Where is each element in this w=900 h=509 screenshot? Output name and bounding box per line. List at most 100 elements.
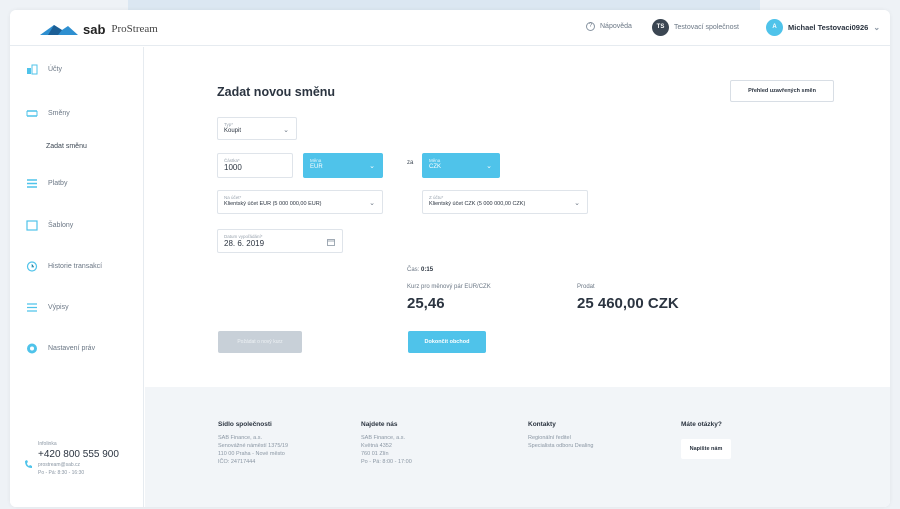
footer-line: Senovážné náměstí 1375/19 xyxy=(218,443,289,449)
user-menu[interactable]: A Michael Testovaci0926 ⌄ xyxy=(766,19,880,36)
footer-link[interactable]: Specialista odboru Dealing xyxy=(528,442,593,450)
help-icon: ? xyxy=(586,22,595,31)
footer-link[interactable]: Regionální ředitel xyxy=(528,434,593,442)
help-link[interactable]: ? Nápověda xyxy=(586,22,632,31)
rate-label: Kurz pro měnový pár EUR/CZK xyxy=(407,284,491,290)
sidebar: Účty Směny Zadat směnu Platby Šablony Hi… xyxy=(10,47,144,507)
chevron-down-icon: ⌄ xyxy=(574,200,580,207)
type-value: Koupit xyxy=(224,128,242,134)
account-to-value: Klientský účet CZK (5 000 000,00 CZK) xyxy=(429,201,526,207)
sidebar-subitem-new-exchange[interactable]: Zadat směnu xyxy=(46,143,87,150)
type-select[interactable]: Typ* Koupit ⌄ xyxy=(217,117,297,140)
sell-label: Prodat xyxy=(577,284,595,290)
sidebar-item-label: Historie transakcí xyxy=(48,262,103,270)
za-label: za xyxy=(407,160,414,166)
currency-from-select[interactable]: Měna EUR ⌄ xyxy=(303,153,383,178)
complete-trade-button[interactable]: Dokončit obchod xyxy=(408,331,486,353)
account-from-label: Na účet* xyxy=(224,195,242,200)
sidebar-item-label: Nastavení práv xyxy=(48,344,96,352)
currency-from-value: EUR xyxy=(310,164,323,170)
user-name: Michael Testovaci0926 xyxy=(788,23,869,32)
footer-line: SAB Finance, a.s. xyxy=(218,435,263,441)
sidebar-item-exchange[interactable]: Směny xyxy=(10,101,144,125)
footer-col-questions: Máte otázky? xyxy=(681,421,722,434)
contact-label: Infolinka xyxy=(38,441,57,447)
company-switcher[interactable]: TS Testovací společnost xyxy=(652,19,739,36)
sidebar-item-label: Šablony xyxy=(48,221,74,229)
time-value: 0:15 xyxy=(421,267,434,273)
top-header: sab ProStream ? Nápověda TS Testovací sp… xyxy=(10,10,890,46)
sidebar-item-label: Platby xyxy=(48,179,68,187)
footer: Sídlo společnosti SAB Finance, a.s. Seno… xyxy=(145,387,890,507)
calendar-icon[interactable] xyxy=(327,238,335,246)
chevron-down-icon: ⌄ xyxy=(283,127,289,134)
sell-value: 25 460,00 CZK xyxy=(577,295,679,312)
closed-exchanges-button[interactable]: Přehled uzavřených směn xyxy=(730,80,834,102)
sidebar-item-label: Výpisy xyxy=(48,303,69,311)
currency-from-label: Měna xyxy=(310,158,322,163)
currency-to-select[interactable]: Měna CZK ⌄ xyxy=(422,153,500,178)
sidebar-item-payments[interactable]: Platby xyxy=(10,171,144,195)
rate-value: 25,46 xyxy=(407,295,445,312)
history-icon xyxy=(26,260,38,272)
settlement-date-input[interactable]: Datum vypořádání* 28. 6. 2019 xyxy=(217,229,343,253)
sidebar-item-statements[interactable]: Výpisy xyxy=(10,295,144,319)
logo-product-text: ProStream xyxy=(111,23,158,35)
templates-icon xyxy=(26,219,38,231)
statements-icon xyxy=(27,302,37,312)
company-avatar: TS xyxy=(652,19,669,36)
contact-phone[interactable]: +420 800 555 900 xyxy=(38,449,119,460)
time-label: Čas: xyxy=(407,267,420,273)
footer-line: SAB Finance, a.s. xyxy=(361,435,406,441)
app-window: sab ProStream ? Nápověda TS Testovací sp… xyxy=(10,10,890,507)
amount-input[interactable]: Částka* 1000 xyxy=(217,153,293,178)
top-banner-strip xyxy=(128,0,760,10)
account-from-select[interactable]: Na účet* Klientský účet EUR (5 000 000,0… xyxy=(217,190,383,214)
exchange-icon xyxy=(26,109,38,117)
request-new-rate-button[interactable]: Požádat o nový kurz xyxy=(218,331,302,353)
page-title: Zadat novou směnu xyxy=(217,85,336,99)
footer-line: 760 01 Zlín xyxy=(361,451,389,457)
chevron-down-icon: ⌄ xyxy=(369,163,375,170)
footer-col-title: Kontakty xyxy=(528,421,556,428)
footer-col-contacts: Kontakty Regionální ředitel Specialista … xyxy=(528,421,593,450)
contact-block: Infolinka +420 800 555 900 prostream@sab… xyxy=(24,441,119,476)
payments-icon xyxy=(27,178,37,188)
sidebar-item-accounts[interactable]: Účty xyxy=(10,57,144,81)
sidebar-item-rights[interactable]: Nastavení práv xyxy=(10,336,144,360)
logo[interactable]: sab ProStream xyxy=(40,20,158,38)
contact-email[interactable]: prostream@sab.cz xyxy=(38,462,119,468)
currency-to-value: CZK xyxy=(429,164,441,170)
currency-to-label: Měna xyxy=(429,158,441,163)
sab-logo-icon xyxy=(40,25,78,35)
sidebar-item-history[interactable]: Historie transakcí xyxy=(10,254,144,278)
user-avatar: A xyxy=(766,19,783,36)
account-from-value: Klientský účet EUR (5 000 000,00 EUR) xyxy=(224,201,322,207)
logo-sab-text: sab xyxy=(83,21,106,37)
chevron-down-icon: ⌄ xyxy=(369,200,375,207)
quote-timer: Čas: 0:15 xyxy=(407,267,433,273)
account-to-select[interactable]: Z účtu* Klientský účet CZK (5 000 000,00… xyxy=(422,190,588,214)
date-value: 28. 6. 2019 xyxy=(224,239,265,248)
footer-line: Květná 4352 xyxy=(361,443,392,449)
sidebar-item-label: Směny xyxy=(48,109,70,117)
footer-line: Po - Pá: 8:00 - 17:00 xyxy=(361,459,412,465)
footer-col-locations: Najdete nás SAB Finance, a.s. Květná 435… xyxy=(361,421,412,466)
help-label: Nápověda xyxy=(600,23,632,30)
chevron-down-icon: ⌄ xyxy=(486,163,492,170)
footer-col-title: Najdete nás xyxy=(361,421,398,428)
main-content: Zadat novou směnu Přehled uzavřených smě… xyxy=(145,47,890,387)
footer-line: IČO: 24717444 xyxy=(218,459,256,465)
rights-icon xyxy=(27,343,37,353)
company-name: Testovací společnost xyxy=(674,24,739,31)
account-to-label: Z účtu* xyxy=(429,195,444,200)
write-to-us-button[interactable]: Napište nám xyxy=(681,439,731,459)
footer-line: 110 00 Praha - Nové město xyxy=(218,451,285,457)
footer-col-title: Máte otázky? xyxy=(681,421,722,428)
footer-col-headquarters: Sídlo společnosti SAB Finance, a.s. Seno… xyxy=(218,421,288,466)
accounts-icon xyxy=(27,64,38,74)
phone-icon xyxy=(25,460,32,468)
footer-col-title: Sídlo společnosti xyxy=(218,421,272,428)
sidebar-item-templates[interactable]: Šablony xyxy=(10,213,144,237)
amount-value: 1000 xyxy=(224,163,242,172)
